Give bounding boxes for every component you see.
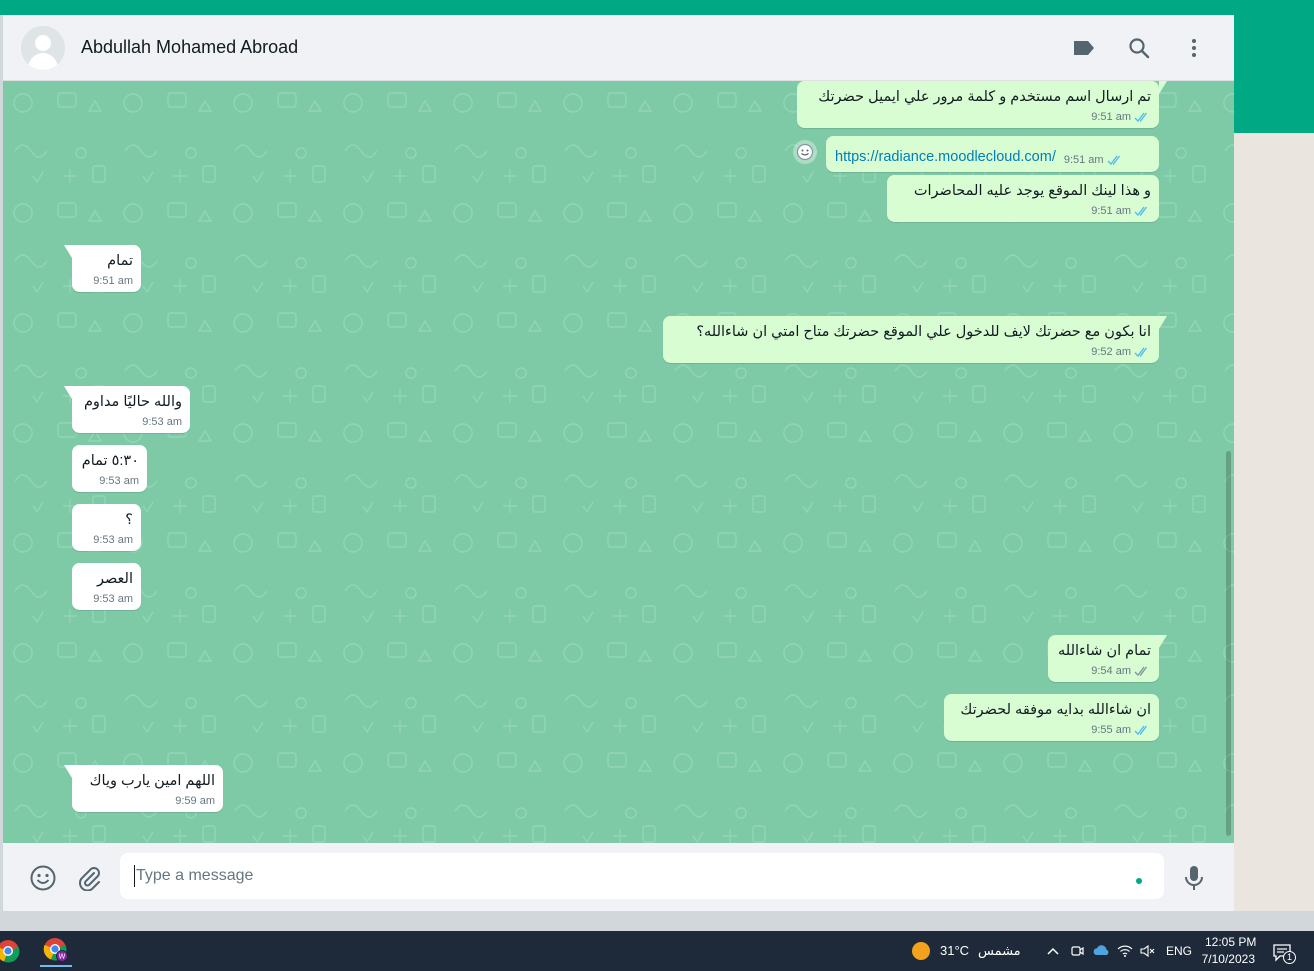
message-input[interactable] <box>120 853 1164 899</box>
message-meta: 9:51 am <box>896 204 1151 218</box>
message-text: تمام <box>107 253 133 269</box>
message-text: تمام ان شاءالله <box>1058 643 1151 659</box>
message-text: اللهم امين يارب وياك <box>89 773 215 789</box>
message-meta: 9:53 am <box>81 592 133 606</box>
message-time: 9:51 am <box>1063 154 1104 166</box>
reaction-emoji-icon[interactable] <box>793 140 817 164</box>
message-meta: 9:52 am <box>672 345 1151 359</box>
notification-count-badge: 1 <box>1283 951 1296 964</box>
message-incoming[interactable]: العصر 9:53 am <box>72 563 141 610</box>
message-meta: 9:55 am <box>953 723 1151 737</box>
message-meta: 9:59 am <box>81 794 215 808</box>
chrome-profile-icon[interactable]: W <box>40 935 72 967</box>
weather-temperature[interactable]: 31°C <box>940 943 969 958</box>
message-time: 9:54 am <box>1091 665 1131 677</box>
message-meta: 9:51 am <box>81 274 133 288</box>
message-outgoing[interactable]: و هذا لينك الموقع يوجد عليه المحاضرات 9:… <box>887 175 1159 222</box>
meet-now-icon[interactable] <box>1068 942 1086 960</box>
background-green-panel <box>1234 15 1314 133</box>
contact-avatar[interactable] <box>21 26 65 70</box>
message-time: 9:59 am <box>175 795 215 807</box>
read-ticks-icon <box>1134 347 1151 358</box>
delivered-ticks-icon <box>1134 666 1151 677</box>
message-outgoing[interactable]: ان شاءالله بدايه موفقه لحضرتك 9:55 am <box>944 694 1159 741</box>
message-time: 9:53 am <box>99 475 139 487</box>
message-text: و هذا لينك الموقع يوجد عليه المحاضرات <box>913 183 1151 199</box>
clock-date[interactable]: 7/10/2023 <box>1200 952 1255 966</box>
window-top-band <box>0 0 1314 15</box>
read-ticks-icon <box>1134 725 1151 736</box>
svg-text:W: W <box>59 953 66 961</box>
message-meta: 9:51 am <box>806 110 1151 124</box>
composer-bar <box>3 843 1234 911</box>
weather-sun-icon[interactable] <box>910 940 932 962</box>
message-text: ان شاءالله بدايه موفقه لحضرتك <box>960 702 1151 718</box>
message-meta: 9:51 am <box>1064 153 1124 167</box>
read-ticks-icon <box>1134 112 1151 123</box>
message-time: 9:53 am <box>93 593 133 605</box>
message-time: 9:53 am <box>93 534 133 546</box>
message-text: انا بكون مع حضرتك لايف للدخول علي الموقع… <box>696 324 1151 340</box>
message-incoming[interactable]: تمام 9:51 am <box>64 245 141 292</box>
message-text: تم ارسال اسم مستخدم و كلمة مرور علي ايمي… <box>818 89 1151 105</box>
emoji-icon[interactable] <box>29 864 57 892</box>
chrome-icon[interactable] <box>0 935 24 967</box>
chat-header[interactable]: Abdullah Mohamed Abroad <box>3 15 1234 81</box>
message-text: ٥:٣٠ تمام <box>81 453 139 469</box>
message-text: والله حاليًا مداوم <box>83 394 182 410</box>
onedrive-icon[interactable] <box>1092 942 1110 960</box>
message-time: 9:51 am <box>1091 111 1131 123</box>
message-meta: 9:53 am <box>81 415 182 429</box>
menu-icon[interactable] <box>1181 35 1207 61</box>
weather-description[interactable]: مشمس <box>978 943 1021 959</box>
clock-time[interactable]: 12:05 PM <box>1205 935 1256 949</box>
read-ticks-icon <box>1134 206 1151 217</box>
windows-taskbar: W 31°C مشمس ENG 12:05 PM 7/10/2023 1 <box>0 931 1314 971</box>
chat-panel[interactable]: تم ارسال اسم مستخدم و كلمة مرور علي ايمي… <box>3 81 1234 843</box>
wifi-icon[interactable] <box>1116 942 1134 960</box>
message-time: 9:51 am <box>1091 205 1131 217</box>
message-meta: 9:53 am <box>81 533 133 547</box>
message-time: 9:53 am <box>142 416 182 428</box>
input-language[interactable]: ENG <box>1166 944 1192 958</box>
contact-name[interactable]: Abdullah Mohamed Abroad <box>81 37 298 58</box>
message-incoming[interactable]: اللهم امين يارب وياك 9:59 am <box>64 765 223 812</box>
message-text: العصر <box>96 571 133 587</box>
message-meta: 9:54 am <box>1057 664 1151 678</box>
whatsapp-window: Abdullah Mohamed Abroad تم ارسال اسم مست… <box>3 15 1234 911</box>
desktop-strip <box>0 911 1314 931</box>
chat-scrollbar[interactable] <box>1226 451 1231 836</box>
chevron-up-icon[interactable] <box>1044 942 1062 960</box>
message-outgoing[interactable]: تمام ان شاءالله 9:54 am <box>1048 635 1167 682</box>
message-outgoing[interactable]: تم ارسال اسم مستخدم و كلمة مرور علي ايمي… <box>797 81 1167 128</box>
message-incoming[interactable]: ٥:٣٠ تمام 9:53 am <box>72 445 147 492</box>
read-ticks-icon <box>1107 155 1124 166</box>
attach-icon[interactable] <box>75 864 103 892</box>
volume-muted-icon[interactable] <box>1138 942 1156 960</box>
message-outgoing[interactable]: انا بكون مع حضرتك لايف للدخول علي الموقع… <box>663 316 1167 363</box>
background-grey-panel <box>1234 133 1314 911</box>
status-dot <box>1136 878 1142 884</box>
message-time: 9:55 am <box>1091 724 1131 736</box>
label-icon[interactable] <box>1071 35 1097 61</box>
message-time: 9:52 am <box>1091 346 1131 358</box>
message-text: ؟ <box>125 512 133 528</box>
text-caret <box>134 865 135 887</box>
message-link[interactable]: https://radiance.moodlecloud.com/ <box>835 147 1056 167</box>
message-incoming[interactable]: ؟ 9:53 am <box>72 504 141 551</box>
message-outgoing-link[interactable]: https://radiance.moodlecloud.com/ 9:51 a… <box>826 136 1159 172</box>
message-incoming[interactable]: والله حاليًا مداوم 9:53 am <box>64 386 190 433</box>
default-avatar-icon <box>21 26 65 70</box>
message-time: 9:51 am <box>93 275 133 287</box>
mic-icon[interactable] <box>1180 864 1208 892</box>
search-icon[interactable] <box>1126 35 1152 61</box>
message-meta: 9:53 am <box>81 474 139 488</box>
